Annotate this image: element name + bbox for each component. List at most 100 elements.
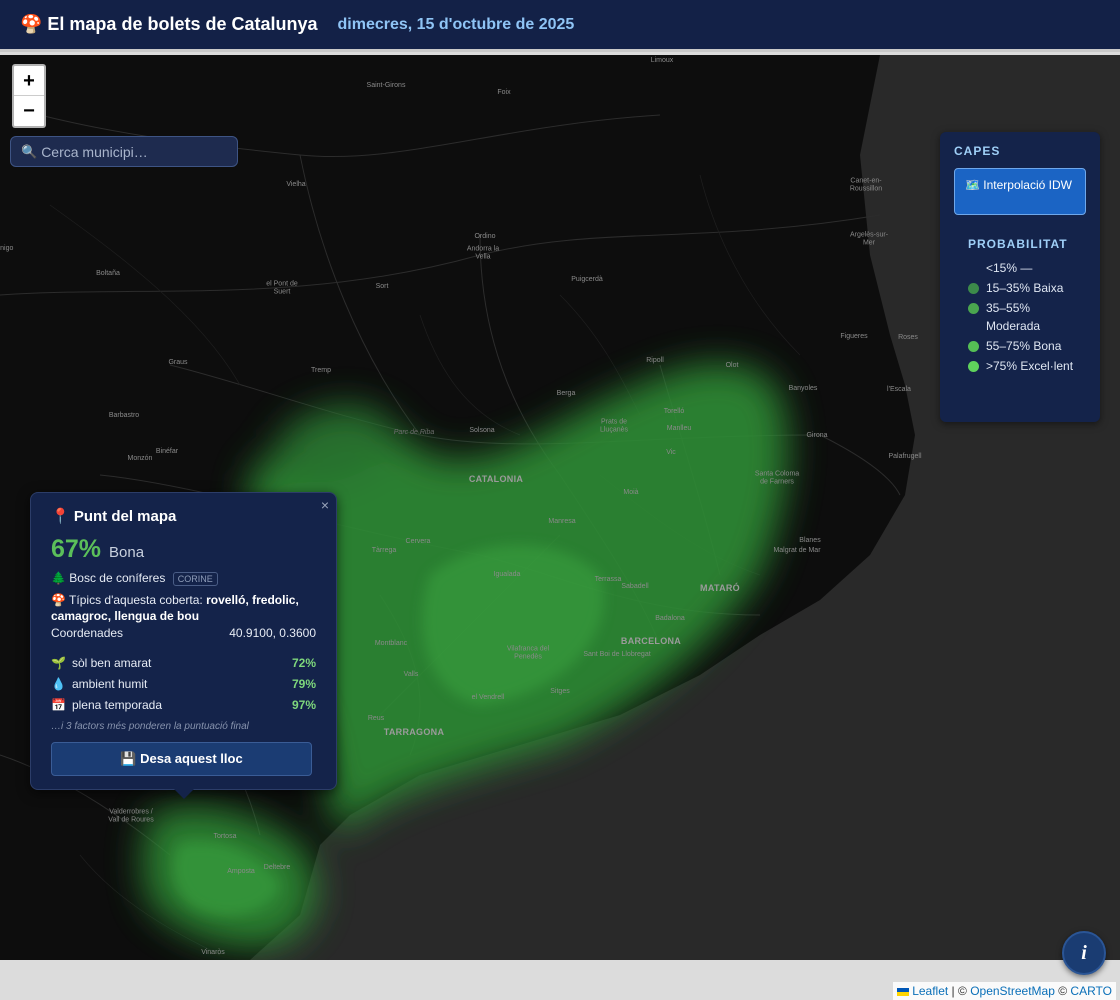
place-label: Banyoles [788, 385, 818, 393]
place-label: Blanes [799, 537, 821, 545]
place-label: Prats de Lluçanès [599, 418, 629, 433]
search-icon: 🔍 [21, 143, 38, 159]
factor-value: 72% [291, 655, 316, 670]
probability-score: 67% Bona [51, 535, 316, 564]
place-label: Vielha [286, 181, 306, 189]
layers-panel: CAPES 🗺️ Interpolació IDW PROBABILITAT <… [940, 132, 1100, 422]
place-label: Binéfar [155, 448, 179, 456]
search-placeholder: Cerca municipi… [41, 143, 148, 160]
legend-swatch [968, 341, 979, 352]
legend-swatch [968, 263, 979, 274]
place-label: TARRAGONA [383, 727, 445, 738]
place-label: Solsona [469, 427, 495, 435]
place-label: Argelès-sur- Mer [849, 231, 889, 246]
layers-title: CAPES [954, 144, 1001, 158]
place-label: Malgrat de Mar [773, 547, 821, 555]
factor-row: 🌱 sòl ben amarat 72% [51, 652, 316, 673]
legend-item: 15–35% Baixa [968, 279, 1086, 297]
municipality-search[interactable]: 🔍 Cerca municipi… [10, 136, 238, 167]
place-label: Igualada [493, 571, 521, 579]
current-date: dimecres, 15 d'octubre de 2025 [337, 15, 575, 33]
zoom-control: + − [12, 64, 46, 128]
popup-title: 📍 Punt del mapa [51, 508, 177, 525]
source-badge: CORINE [172, 572, 218, 586]
tree-icon: 🌲 [51, 571, 66, 585]
place-label: Vic [666, 449, 676, 457]
place-label: BARCELONA [620, 636, 682, 647]
place-label: Berga [556, 390, 576, 398]
place-label: Ordino [474, 233, 496, 241]
place-label: l'Escala [887, 386, 911, 394]
factor-value: 79% [291, 676, 316, 691]
place-label: Tortosa [213, 833, 237, 841]
place-label: Andorra la Vella [466, 245, 500, 260]
factor-label: ambient humit [71, 676, 148, 691]
place-label: Barbastro [108, 412, 140, 420]
place-label: Tremp [311, 367, 331, 375]
legend-swatch [968, 283, 979, 294]
place-label: Graus [168, 359, 188, 367]
coordinates-row: Coordenades 40.9100, 0.3600 [51, 626, 316, 640]
place-label: el Vendrell [471, 694, 505, 702]
place-label: Foix [497, 89, 511, 97]
osm-link[interactable]: OpenStreetMap [970, 984, 1055, 998]
zoom-out-button[interactable]: − [14, 96, 44, 126]
place-label: Sant Boi de Llobregat [583, 651, 651, 659]
factor-value: 97% [291, 697, 316, 712]
map-attribution: Leaflet | © OpenStreetMap © CARTO [893, 982, 1116, 1000]
place-label: Terrassa [594, 576, 622, 584]
place-label: Manlleu [666, 425, 692, 433]
ukraine-flag-icon [897, 987, 910, 996]
factor-row: 💧 ambient humit 79% [51, 673, 316, 694]
place-label: Torelló [663, 408, 685, 416]
place-label: Boltaña [96, 270, 120, 278]
popup-tip [174, 789, 194, 799]
carto-link[interactable]: CARTO [1070, 984, 1112, 998]
place-label: Parc de Riba [393, 429, 435, 437]
zoom-in-button[interactable]: + [14, 66, 44, 96]
place-label: Deltebre [263, 864, 291, 872]
save-location-button[interactable]: 💾 Desa aquest lloc [51, 742, 312, 776]
point-popup: × 📍 Punt del mapa 67% Bona 🌲 Bosc de con… [30, 492, 337, 799]
place-label: Amposta [227, 868, 255, 876]
place-label: el Pont de Suert [266, 280, 298, 295]
info-button[interactable]: i [1062, 931, 1106, 975]
place-label: Manresa [548, 518, 576, 526]
factors-note: …i 3 factors més ponderen la puntuació f… [51, 721, 249, 732]
close-icon[interactable]: × [321, 497, 329, 513]
place-label: Vilafranca del Penedès [506, 645, 550, 660]
place-label: Sitges [550, 688, 570, 696]
place-label: Cervera [405, 538, 431, 546]
droplet-icon: 💧 [51, 676, 66, 691]
typical-species: 🍄 Típics d'aquesta coberta: rovelló, fre… [51, 592, 316, 624]
place-label: Montblanc [374, 640, 408, 648]
place-label: Valls [403, 671, 419, 679]
place-label: Moià [623, 489, 639, 497]
place-label: CATALONIA [468, 474, 524, 485]
factor-list: 🌱 sòl ben amarat 72% 💧 ambient humit 79% 📅… [51, 652, 316, 715]
legend-item: <15% — [968, 259, 1086, 277]
app-title: 🍄 El mapa de bolets de Catalunya [20, 14, 318, 34]
land-cover-label: Bosc de coníferes [69, 571, 166, 585]
factor-label: sòl ben amarat [71, 655, 152, 670]
app-header: 🍄 El mapa de bolets de Catalunya dimecre… [0, 0, 1120, 52]
legend-swatch [968, 303, 979, 314]
calendar-icon: 📅 [51, 697, 66, 712]
place-label: Reus [367, 715, 385, 723]
place-label: Roses [898, 334, 918, 342]
legend-item: >75% Excel·lent [968, 357, 1086, 375]
place-label: inigo [0, 245, 14, 253]
place-label: Badalona [655, 615, 685, 623]
probability-legend: <15% — 15–35% Baixa 35–55% Moderada 55–7… [968, 259, 1086, 375]
layer-idw-button[interactable]: 🗺️ Interpolació IDW [954, 168, 1086, 215]
place-label: Sort [375, 283, 389, 291]
factor-row: 📅 plena temporada 97% [51, 694, 316, 715]
place-label: Monzón [127, 455, 153, 463]
place-label: Palafrugell [888, 453, 922, 461]
land-cover: 🌲 Bosc de coníferes CORINE [51, 570, 316, 586]
place-label: Olot [725, 362, 739, 370]
legend-title: PROBABILITAT [968, 237, 1068, 251]
factor-label: plena temporada [71, 697, 163, 712]
leaflet-link[interactable]: Leaflet [912, 984, 948, 998]
coordinates-value: 40.9100, 0.3600 [229, 626, 316, 640]
